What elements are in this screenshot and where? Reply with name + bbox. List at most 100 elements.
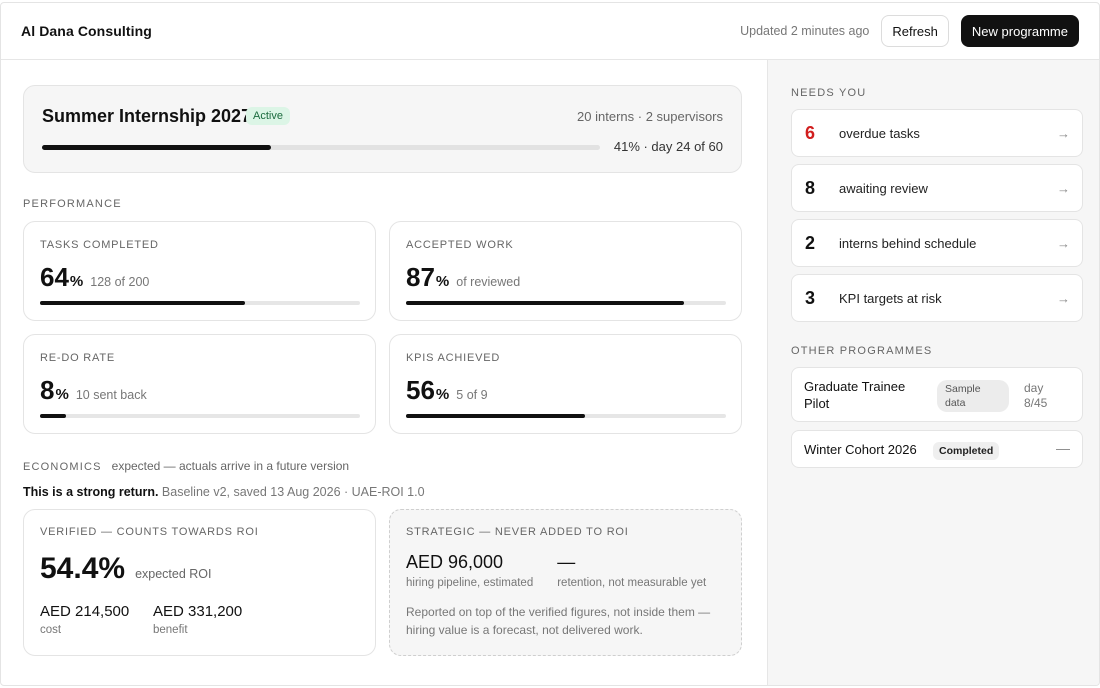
- refresh-button[interactable]: Refresh: [881, 15, 949, 47]
- sample-data-badge: Sample data: [937, 380, 1009, 412]
- metric-label: RE-DO RATE: [40, 352, 116, 364]
- needs-count: 6: [805, 122, 816, 143]
- metric-number: 87: [406, 262, 435, 292]
- app-window: Al Dana Consulting Updated 2 minutes ago…: [0, 2, 1100, 686]
- benefit-block: AED 331,200 benefit: [153, 603, 242, 636]
- metric-bar: [406, 414, 726, 418]
- metric-sub: of reviewed: [456, 275, 521, 289]
- programme-name: Graduate Trainee Pilot: [804, 379, 906, 411]
- metric-unit: %: [435, 386, 450, 403]
- metric-number: 64: [40, 262, 69, 292]
- metric-bar-fill: [406, 414, 586, 418]
- roi-row: 54.4% expected ROI: [40, 552, 212, 586]
- programme-name: Winter Cohort 2026: [804, 442, 917, 457]
- roi-value: 54.4%: [40, 552, 126, 585]
- economics-label: ECONOMICS: [23, 461, 102, 473]
- top-bar: Al Dana Consulting Updated 2 minutes ago…: [1, 3, 1099, 60]
- metric-card-redo-rate: RE-DO RATE 8 % 10 sent back: [23, 334, 376, 434]
- needs-label: awaiting review: [839, 180, 928, 196]
- arrow-right-icon: →: [1057, 125, 1070, 141]
- metric-bar-fill: [406, 301, 685, 305]
- other-programmes-label: OTHER PROGRAMMES: [791, 345, 933, 357]
- needs-you-label: NEEDS YOU: [791, 87, 867, 99]
- metric-bar-fill: [40, 414, 66, 418]
- retention-block: — retention, not measurable yet: [557, 552, 706, 589]
- metric-sub: 5 of 9: [456, 388, 488, 402]
- needs-label: overdue tasks: [839, 125, 920, 141]
- strategic-values: AED 96,000 hiring pipeline, estimated — …: [406, 552, 706, 589]
- programme-row-winter-cohort[interactable]: Winter Cohort 2026 Completed —: [791, 430, 1083, 468]
- needs-count: 8: [805, 177, 816, 198]
- needs-label: KPI targets at risk: [839, 290, 942, 306]
- economics-summary: This is a strong return. Baseline v2, sa…: [23, 485, 425, 499]
- brand-name: Al Dana Consulting: [21, 23, 152, 39]
- metric-bar: [406, 301, 726, 305]
- retention-value: —: [557, 552, 576, 572]
- roi-sub: expected ROI: [135, 567, 212, 581]
- metric-card-accepted-work: ACCEPTED WORK 87 % of reviewed: [389, 221, 742, 321]
- top-actions: Updated 2 minutes ago Refresh New progra…: [740, 15, 1079, 47]
- metric-number: 56: [406, 375, 435, 405]
- metric-unit: %: [69, 273, 84, 290]
- metric-bar: [40, 301, 360, 305]
- metric-label: TASKS COMPLETED: [40, 239, 159, 251]
- updated-timestamp: Updated 2 minutes ago: [740, 24, 870, 38]
- arrow-right-icon: →: [1057, 235, 1070, 251]
- metric-value: 87 % of reviewed: [406, 262, 520, 293]
- metric-value: 64 % 128 of 200: [40, 262, 149, 293]
- right-sidebar: NEEDS YOU 6 overdue tasks → 8 awaiting r…: [767, 60, 1099, 685]
- cost-block: AED 214,500 cost: [40, 603, 129, 636]
- metric-card-tasks-completed: TASKS COMPLETED 64 % 128 of 200: [23, 221, 376, 321]
- retention-label: retention, not measurable yet: [557, 577, 707, 589]
- programme-card[interactable]: Summer Internship 2027 Active 20 interns…: [23, 85, 742, 173]
- metric-sub: 10 sent back: [75, 388, 147, 402]
- needs-count: 2: [805, 232, 816, 253]
- metric-number: 8: [40, 375, 55, 405]
- economics-summary-rest: Baseline v2, saved 13 Aug 2026 · UAE-ROI…: [158, 485, 425, 499]
- programme-progress-text: 41% · day 24 of 60: [613, 139, 723, 154]
- economics-note: expected — actuals arrive in a future ve…: [111, 459, 350, 473]
- metric-card-kpis-achieved: KPIS ACHIEVED 56 % 5 of 9: [389, 334, 742, 434]
- cost-value: AED 214,500: [40, 603, 130, 620]
- programme-title: Summer Internship 2027: [42, 106, 252, 126]
- pipeline-label: hiring pipeline, estimated: [406, 577, 534, 589]
- programme-progress-fill: [42, 145, 271, 150]
- strategic-card: STRATEGIC — NEVER ADDED TO ROI AED 96,00…: [389, 509, 742, 656]
- economics-summary-bold: This is a strong return.: [23, 485, 159, 499]
- completed-badge: Completed: [933, 442, 1000, 460]
- metric-value: 8 % 10 sent back: [40, 375, 147, 406]
- programme-meta: 20 interns · 2 supervisors: [577, 109, 723, 124]
- pipeline-block: AED 96,000 hiring pipeline, estimated: [406, 552, 533, 589]
- main-panel: Summer Internship 2027 Active 20 interns…: [1, 60, 767, 685]
- strategic-label: STRATEGIC — NEVER ADDED TO ROI: [406, 526, 629, 538]
- needs-item-kpi-at-risk[interactable]: 3 KPI targets at risk →: [791, 274, 1083, 322]
- benefit-value: AED 331,200: [153, 603, 243, 620]
- new-programme-button[interactable]: New programme: [960, 15, 1079, 47]
- programme-row-graduate-trainee[interactable]: Graduate Trainee Pilot Sample data day 8…: [791, 367, 1083, 422]
- programme-day: —: [1056, 440, 1070, 456]
- metric-sub: 128 of 200: [90, 275, 150, 289]
- programme-progress-bar: [42, 145, 600, 150]
- arrow-right-icon: →: [1057, 290, 1070, 306]
- benefit-label: benefit: [153, 624, 188, 636]
- needs-item-awaiting-review[interactable]: 8 awaiting review →: [791, 164, 1083, 212]
- needs-item-interns-behind[interactable]: 2 interns behind schedule →: [791, 219, 1083, 267]
- metric-label: KPIS ACHIEVED: [406, 352, 501, 364]
- status-badge: Active: [246, 107, 290, 125]
- programme-day: day 8/45: [1024, 381, 1048, 410]
- verified-label: VERIFIED — COUNTS TOWARDS ROI: [40, 526, 259, 538]
- verified-roi-card: VERIFIED — COUNTS TOWARDS ROI 54.4% expe…: [23, 509, 376, 656]
- metric-label: ACCEPTED WORK: [406, 239, 514, 251]
- metric-unit: %: [435, 273, 450, 290]
- needs-item-overdue-tasks[interactable]: 6 overdue tasks →: [791, 109, 1083, 157]
- needs-count: 3: [805, 287, 816, 308]
- metric-unit: %: [55, 386, 69, 403]
- needs-label: interns behind schedule: [839, 235, 977, 251]
- metric-bar: [40, 414, 360, 418]
- performance-label: PERFORMANCE: [23, 198, 122, 210]
- metric-bar-fill: [40, 301, 245, 305]
- economics-header: ECONOMICS expected — actuals arrive in a…: [23, 459, 349, 473]
- arrow-right-icon: →: [1057, 180, 1070, 196]
- pipeline-value: AED 96,000: [406, 552, 504, 572]
- metric-value: 56 % 5 of 9: [406, 375, 488, 406]
